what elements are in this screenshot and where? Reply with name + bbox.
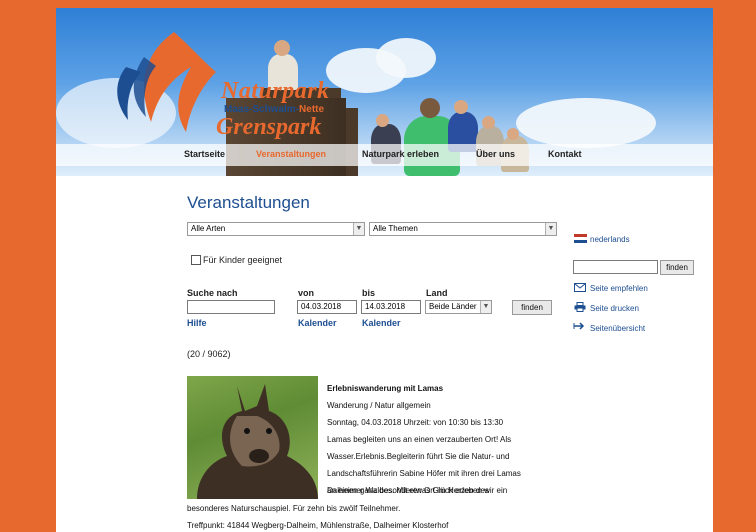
header-banner: Naturpark Maas-Schwalm-Nette Grenspark S… xyxy=(56,8,713,176)
logo-text-naturpark: Naturpark xyxy=(221,78,330,104)
event-desc-line: Dalheimer Waldes. Mit etwas Glück erlebe… xyxy=(327,486,508,495)
chevron-down-icon: ▼ xyxy=(480,301,491,313)
land-select[interactable]: Beide Länder ▼ xyxy=(425,300,492,314)
nav-startseite[interactable]: Startseite xyxy=(184,149,225,159)
kalender-von-link[interactable]: Kalender xyxy=(298,318,337,328)
bis-label: bis xyxy=(362,288,376,298)
main-nav: Startseite Veranstaltungen Naturpark erl… xyxy=(56,144,713,166)
kinder-checkbox[interactable] xyxy=(191,255,201,265)
seitenuebersicht-link[interactable]: Seitenübersicht xyxy=(590,324,645,333)
suche-input[interactable] xyxy=(187,300,275,314)
event-desc-line: Wasser.Erlebnis.Begleiterin führt Sie di… xyxy=(327,452,510,461)
result-count: (20 / 9062) xyxy=(187,349,231,359)
nav-ueber-uns[interactable]: Über uns xyxy=(476,149,515,159)
kinder-label: Für Kinder geeignet xyxy=(203,255,283,265)
cloud xyxy=(376,38,436,78)
flag-nl-icon xyxy=(574,234,587,243)
person-head xyxy=(507,128,519,140)
page-title: Veranstaltungen xyxy=(187,193,310,212)
person-head xyxy=(482,116,495,129)
page: Naturpark Maas-Schwalm-Nette Grenspark S… xyxy=(56,8,713,532)
event-meeting-point: Treffpunkt: 41844 Wegberg-Dalheim, Mühle… xyxy=(187,521,449,530)
event-date: Sonntag, 04.03.2018 Uhrzeit: von 10:30 b… xyxy=(327,418,504,427)
finden-button[interactable]: finden xyxy=(512,300,552,315)
llama-image xyxy=(197,384,318,499)
cloud xyxy=(516,98,656,148)
land-label: Land xyxy=(426,288,448,298)
event-title[interactable]: Erlebniswanderung mit Lamas xyxy=(327,380,443,397)
event-desc-line: Landschaftsführerin Sabine Höfer mit ihr… xyxy=(327,469,521,478)
site-search-button[interactable]: finden xyxy=(660,260,694,275)
language-link-nederlands[interactable]: nederlands xyxy=(590,235,630,244)
nav-veranstaltungen[interactable]: Veranstaltungen xyxy=(256,149,326,159)
sitemap-arrow-icon xyxy=(573,322,585,330)
seite-empfehlen-link[interactable]: Seite empfehlen xyxy=(590,284,648,293)
bis-date-input[interactable]: 14.03.2018 xyxy=(361,300,421,314)
themen-select-value: Alle Themen xyxy=(373,224,418,233)
logo-text-grenspark: Grenspark xyxy=(216,114,322,140)
hilfe-link[interactable]: Hilfe xyxy=(187,318,207,328)
chevron-down-icon: ▼ xyxy=(545,223,556,235)
event-photo-llama[interactable] xyxy=(187,376,318,499)
von-label: von xyxy=(298,288,315,298)
printer-icon xyxy=(574,302,586,312)
person-head xyxy=(376,114,389,127)
kalender-bis-link[interactable]: Kalender xyxy=(362,318,401,328)
seite-drucken-link[interactable]: Seite drucken xyxy=(590,304,639,313)
arten-select[interactable]: Alle Arten ▼ xyxy=(187,222,365,236)
person-head xyxy=(420,98,440,118)
event-desc-line: Lamas begleiten uns an einen verzauberte… xyxy=(327,435,512,444)
mail-icon xyxy=(574,283,586,292)
person-head xyxy=(454,100,468,114)
event-desc-line: besonderes Naturschauspiel. Für zehn bis… xyxy=(187,504,401,513)
nav-kontakt[interactable]: Kontakt xyxy=(548,149,582,159)
event-category: Wanderung / Natur allgemein xyxy=(327,401,431,410)
nav-naturpark-erleben[interactable]: Naturpark erleben xyxy=(362,149,439,159)
chevron-down-icon: ▼ xyxy=(353,223,364,235)
von-date-input[interactable]: 04.03.2018 xyxy=(297,300,357,314)
suche-label: Suche nach xyxy=(187,288,238,298)
themen-select[interactable]: Alle Themen ▼ xyxy=(369,222,557,236)
naturpark-logo[interactable]: Naturpark Maas-Schwalm-Nette Grenspark xyxy=(96,22,336,142)
land-select-value: Beide Länder xyxy=(429,302,477,311)
arten-select-value: Alle Arten xyxy=(191,224,226,233)
site-search-input[interactable] xyxy=(573,260,658,274)
